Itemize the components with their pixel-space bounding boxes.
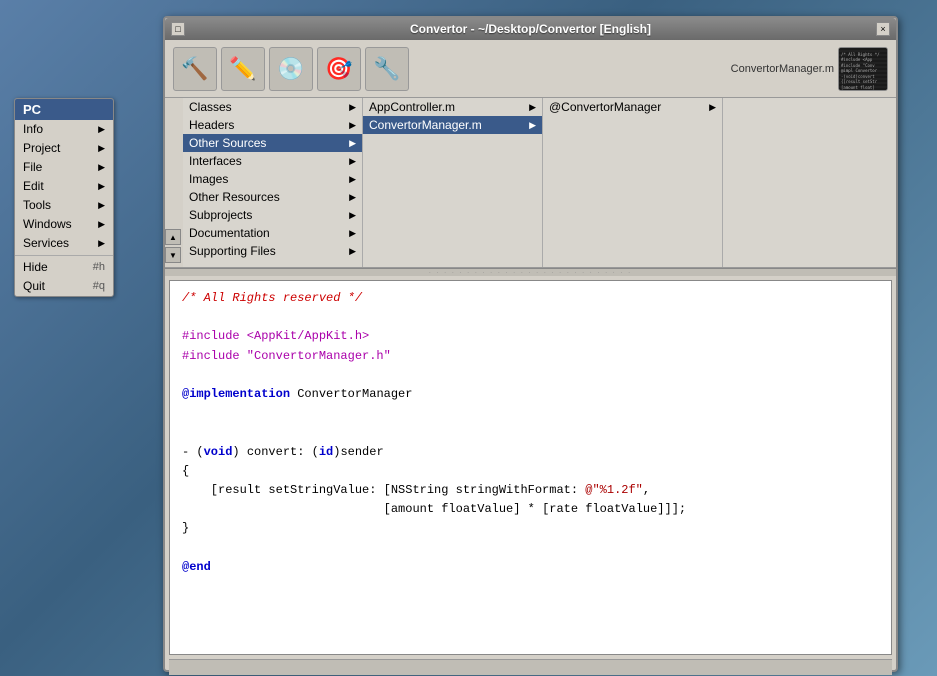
resize-handle[interactable]: · · · · · · · · · · · · · · · · · · · · …: [165, 268, 896, 276]
scroll-up-button[interactable]: ▲: [165, 229, 181, 245]
toolbar: 🔨 ✏️ 💿 🎯 🔧 ConvertorManager.m /* All Rig…: [165, 40, 896, 98]
toolbar-btn-target[interactable]: 🎯: [317, 47, 361, 91]
arrow-icon: ▶: [98, 238, 105, 249]
window-title: Convertor - ~/Desktop/Convertor [English…: [185, 22, 876, 36]
file-browser: ▲ ▼ Classes ▶ Headers ▶ Other Sources ▶: [165, 98, 896, 268]
arrow-icon: ▶: [529, 102, 536, 113]
arrow-icon: ▶: [98, 181, 105, 192]
menu-item-quit[interactable]: Quit #q: [15, 277, 113, 296]
list-item[interactable]: Classes ▶: [183, 98, 362, 116]
arrow-icon: ▶: [349, 102, 356, 113]
menu-item-project[interactable]: Project ▶: [15, 139, 113, 158]
scroll-down-button[interactable]: ▼: [165, 247, 181, 263]
file-thumbnail: /* All Rights */ #include <App #include …: [838, 47, 888, 91]
main-window: □ Convertor - ~/Desktop/Convertor [Engli…: [163, 16, 898, 672]
code-line: /* All Rights reserved */: [182, 289, 879, 308]
columns-container: Classes ▶ Headers ▶ Other Sources ▶ Inte…: [183, 98, 896, 267]
shortcut-hide: #h: [93, 261, 105, 273]
list-item[interactable]: Subprojects ▶: [183, 206, 362, 224]
toolbar-btn-cd[interactable]: 💿: [269, 47, 313, 91]
code-line: [amount floatValue] * [rate floatValue]]…: [182, 500, 879, 519]
arrow-icon: ▶: [98, 200, 105, 211]
arrow-icon: ▶: [349, 228, 356, 239]
arrow-icon: ▶: [98, 219, 105, 230]
list-item[interactable]: Images ▶: [183, 170, 362, 188]
toolbar-filename: ConvertorManager.m: [731, 63, 834, 75]
close-button-left[interactable]: □: [171, 22, 185, 36]
arrow-icon: ▶: [349, 138, 356, 149]
horizontal-scrollbar[interactable]: [169, 659, 892, 675]
shortcut-quit: #q: [93, 280, 105, 292]
arrow-icon: ▶: [349, 156, 356, 167]
code-line: @end: [182, 558, 879, 577]
code-line: @implementation ConvertorManager: [182, 385, 879, 404]
code-line: - (void) convert: (id)sender: [182, 443, 879, 462]
resize-indicator: · · · · · · · · · · · · · · · · · · · · …: [429, 270, 632, 276]
code-editor[interactable]: /* All Rights reserved */ #include <AppK…: [169, 280, 892, 655]
code-line: #include <AppKit/AppKit.h>: [182, 327, 879, 346]
scroll-buttons: ▲ ▼: [165, 98, 183, 267]
list-item-appcontroller[interactable]: AppController.m ▶: [363, 98, 542, 116]
menu-item-windows[interactable]: Windows ▶: [15, 215, 113, 234]
toolbar-btn-wrench[interactable]: 🔧: [365, 47, 409, 91]
arrow-icon: ▶: [709, 102, 716, 113]
list-item[interactable]: Other Resources ▶: [183, 188, 362, 206]
menu-header: PC: [15, 99, 113, 120]
arrow-icon: ▶: [529, 120, 536, 131]
code-line: }: [182, 519, 879, 538]
menu-divider: [15, 255, 113, 256]
menu-item-hide[interactable]: Hide #h: [15, 258, 113, 277]
arrow-icon: ▶: [349, 120, 356, 131]
code-line: {: [182, 462, 879, 481]
menu-item-file[interactable]: File ▶: [15, 158, 113, 177]
thumb-text: /* All Rights */ #include <App #include …: [841, 52, 880, 90]
list-item-other-sources[interactable]: Other Sources ▶: [183, 134, 362, 152]
list-item[interactable]: Supporting Files ▶: [183, 242, 362, 260]
menu-item-edit[interactable]: Edit ▶: [15, 177, 113, 196]
toolbar-btn-hammer[interactable]: 🔨: [173, 47, 217, 91]
menu-item-info[interactable]: Info ▶: [15, 120, 113, 139]
close-button-right[interactable]: ×: [876, 22, 890, 36]
menu-item-tools[interactable]: Tools ▶: [15, 196, 113, 215]
arrow-icon: ▶: [349, 246, 356, 257]
arrow-icon: ▶: [349, 192, 356, 203]
title-bar: □ Convertor - ~/Desktop/Convertor [Engli…: [165, 18, 896, 40]
code-line: #include "ConvertorManager.h": [182, 347, 879, 366]
toolbar-btn-edit[interactable]: ✏️: [221, 47, 265, 91]
list-item[interactable]: Documentation ▶: [183, 224, 362, 242]
code-line: [result setStringValue: [NSString string…: [182, 481, 879, 500]
list-item[interactable]: Interfaces ▶: [183, 152, 362, 170]
arrow-icon: ▶: [349, 174, 356, 185]
menu-bar: PC Info ▶ Project ▶ File ▶ Edit ▶ Tools …: [14, 98, 114, 297]
list-item-convertormanager[interactable]: ConvertorManager.m ▶: [363, 116, 542, 134]
arrow-icon: ▶: [349, 210, 356, 221]
menu-item-services[interactable]: Services ▶: [15, 234, 113, 253]
list-item-symbol[interactable]: @ConvertorManager ▶: [543, 98, 722, 116]
list-item[interactable]: Headers ▶: [183, 116, 362, 134]
arrow-icon: ▶: [98, 162, 105, 173]
symbols-column: @ConvertorManager ▶: [543, 98, 723, 267]
groups-column: Classes ▶ Headers ▶ Other Sources ▶ Inte…: [183, 98, 363, 267]
files-column: AppController.m ▶ ConvertorManager.m ▶: [363, 98, 543, 267]
detail-column: [723, 98, 896, 267]
arrow-icon: ▶: [98, 124, 105, 135]
arrow-icon: ▶: [98, 143, 105, 154]
thumbnail-preview: /* All Rights */ #include <App #include …: [839, 48, 887, 90]
